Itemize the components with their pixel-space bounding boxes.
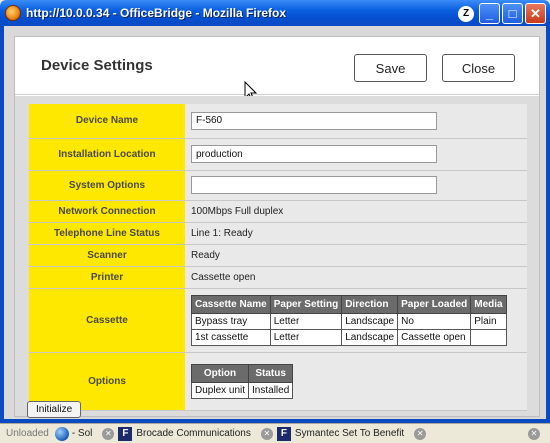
f-logo-icon: F	[276, 426, 291, 441]
close-window-button[interactable]: ✕	[525, 3, 546, 24]
status-item-3-label: Symantec Set To Benefit	[294, 428, 405, 439]
page-title: Device Settings	[41, 57, 153, 74]
minimize-button[interactable]: _	[479, 3, 500, 24]
settings-form: Device Name Installation Location System…	[29, 104, 527, 411]
column-header: Direction	[341, 294, 399, 314]
window-titlebar: http://10.0.0.34 - OfficeBridge - Mozill…	[0, 0, 550, 26]
status-item-3[interactable]: F Symantec Set To Benefit	[276, 426, 405, 441]
scanner-value: Ready	[185, 244, 527, 267]
table-cell: Installed	[248, 381, 294, 399]
row-cassette: Cassette Cassette Name Paper Setting Dir…	[29, 288, 527, 353]
printer-value: Cassette open	[185, 266, 527, 289]
installation-location-label: Installation Location	[29, 138, 185, 171]
table-cell: Letter	[269, 312, 343, 330]
table-cell: Letter	[269, 328, 343, 346]
row-telephone-line-status: Telephone Line Status Line 1: Ready	[29, 222, 527, 245]
status-item-2[interactable]: F Brocade Communications	[118, 426, 251, 441]
column-header: Paper Loaded	[397, 294, 472, 314]
cassette-label: Cassette	[29, 288, 185, 353]
system-options-input[interactable]	[191, 176, 437, 194]
close-circle-icon[interactable]: ✕	[414, 427, 427, 440]
status-item-2-label: Brocade Communications	[136, 428, 251, 439]
zoom-icon[interactable]: Z	[458, 5, 474, 22]
network-connection-value: 100Mbps Full duplex	[185, 200, 527, 223]
cassette-cell: Cassette Name Paper Setting Direction Pa…	[185, 288, 527, 353]
row-installation-location: Installation Location	[29, 138, 527, 171]
row-network-connection: Network Connection 100Mbps Full duplex	[29, 200, 527, 223]
maximize-button[interactable]: □	[502, 3, 523, 24]
table-cell	[470, 328, 507, 346]
table-cell: Cassette open	[397, 328, 472, 346]
installation-location-cell	[185, 138, 527, 171]
firefox-icon	[5, 5, 21, 21]
dialog-content: Device Settings Save Close Device Name I…	[14, 36, 540, 418]
column-header: Paper Setting	[269, 294, 343, 314]
system-options-cell	[185, 170, 527, 201]
telephone-line-status-label: Telephone Line Status	[29, 222, 185, 245]
row-device-name: Device Name	[29, 104, 527, 139]
row-options: Options Option Status Duplex unit Instal…	[29, 352, 527, 411]
initialize-button[interactable]: Initialize	[27, 401, 82, 418]
scanner-label: Scanner	[29, 244, 185, 267]
device-name-label: Device Name	[29, 104, 185, 139]
status-item-1[interactable]: - Sol	[54, 426, 93, 441]
cassette-table-header: Cassette Name Paper Setting Direction Pa…	[191, 294, 507, 314]
status-item-1-label: - Sol	[71, 428, 93, 439]
table-row: 1st cassette Letter Landscape Cassette o…	[191, 328, 507, 346]
column-header: Cassette Name	[191, 294, 271, 314]
options-table-header: Option Status	[190, 363, 294, 383]
column-header: Option	[190, 363, 250, 383]
window-controls: Z _ □ ✕	[458, 3, 546, 24]
table-cell: Plain	[470, 312, 507, 330]
row-printer: Printer Cassette open	[29, 266, 527, 289]
table-cell: No	[397, 312, 472, 330]
close-button[interactable]: Close	[442, 54, 515, 82]
system-options-label: System Options	[29, 170, 185, 201]
table-cell: Landscape	[341, 312, 399, 330]
status-bar: Unloaded - Sol ✕ F Brocade Communication…	[0, 423, 550, 443]
window-title: http://10.0.0.34 - OfficeBridge - Mozill…	[26, 6, 287, 20]
status-unloaded: Unloaded	[6, 428, 49, 439]
f-logo-icon: F	[118, 426, 133, 441]
dialog-header: Device Settings Save Close	[15, 37, 539, 95]
cassette-table: Cassette Name Paper Setting Direction Pa…	[191, 294, 507, 346]
column-header: Media	[470, 294, 507, 314]
installation-location-input[interactable]	[191, 145, 437, 163]
close-circle-icon[interactable]: ✕	[260, 427, 273, 440]
table-row: Duplex unit Installed	[190, 381, 294, 399]
globe-icon	[54, 426, 69, 441]
close-circle-icon[interactable]: ✕	[102, 427, 115, 440]
table-row: Bypass tray Letter Landscape No Plain	[191, 312, 507, 330]
close-circle-icon[interactable]: ✕	[528, 427, 540, 440]
options-cell: Option Status Duplex unit Installed	[185, 352, 527, 411]
telephone-line-status-value: Line 1: Ready	[185, 222, 527, 245]
table-cell: Duplex unit	[190, 381, 250, 399]
device-name-input[interactable]	[191, 111, 437, 130]
table-cell: Landscape	[341, 328, 399, 346]
options-table: Option Status Duplex unit Installed	[190, 363, 294, 399]
window-frame: Device Settings Save Close Device Name I…	[0, 26, 550, 423]
device-name-cell	[185, 104, 527, 139]
network-connection-label: Network Connection	[29, 200, 185, 223]
table-cell: Bypass tray	[191, 312, 271, 330]
printer-label: Printer	[29, 266, 185, 289]
table-cell: 1st cassette	[191, 328, 271, 346]
column-header: Status	[248, 363, 294, 383]
row-scanner: Scanner Ready	[29, 244, 527, 267]
save-button[interactable]: Save	[354, 54, 427, 82]
row-system-options: System Options	[29, 170, 527, 201]
